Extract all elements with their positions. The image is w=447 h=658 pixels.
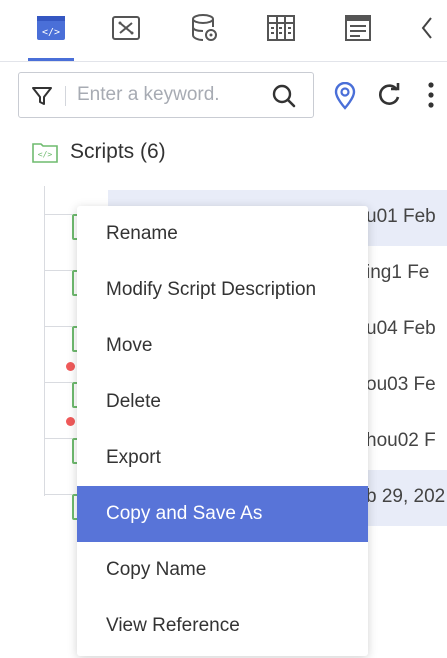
- error-indicator-dot: [66, 417, 75, 426]
- script-row-text: u01 Feb: [366, 206, 436, 227]
- collapse-button[interactable]: [410, 10, 444, 46]
- menu-item-view-reference[interactable]: View Reference: [77, 598, 368, 654]
- svg-text:</>: </>: [42, 27, 60, 38]
- tab-scripts[interactable]: </>: [28, 10, 74, 61]
- tab-database[interactable]: [187, 10, 221, 46]
- script-row-text: hou02 F: [366, 430, 436, 451]
- tree-connector: [44, 438, 72, 439]
- menu-item-copy-name[interactable]: Copy Name: [77, 542, 368, 598]
- toolbar-divider: [0, 61, 447, 62]
- tab-grid[interactable]: [264, 10, 298, 46]
- locate-icon[interactable]: [333, 81, 357, 115]
- tab-document[interactable]: [341, 10, 375, 46]
- menu-item-move[interactable]: Move: [77, 318, 368, 374]
- tree-connector: [44, 382, 72, 383]
- tree-connector: [44, 326, 72, 327]
- database-icon: [192, 14, 217, 41]
- search-input[interactable]: [77, 82, 257, 108]
- tab-functions[interactable]: [109, 10, 143, 46]
- script-row-text: u04 Feb: [366, 318, 436, 339]
- tree-connector: [44, 494, 72, 495]
- code-icon: </>: [37, 16, 65, 40]
- error-indicator-dot: [66, 362, 75, 371]
- menu-item-export[interactable]: Export: [77, 430, 368, 486]
- tree-guide-line: [44, 186, 45, 496]
- function-icon: [112, 16, 140, 40]
- search-icon[interactable]: [271, 83, 297, 114]
- tree-root-label: Scripts (6): [70, 140, 166, 163]
- context-menu: Rename Modify Script Description Move De…: [77, 206, 368, 656]
- chevron-left-icon: [421, 17, 432, 39]
- svg-text:</>: </>: [38, 150, 53, 159]
- script-folder-icon: </>: [32, 143, 58, 163]
- script-row-text: ou03 Fe: [366, 374, 436, 395]
- script-row-text: b 29, 202: [366, 486, 446, 507]
- filter-icon[interactable]: [31, 85, 53, 112]
- menu-item-delete[interactable]: Delete: [77, 374, 368, 430]
- tree-connector: [44, 270, 72, 271]
- menu-item-modify-description[interactable]: Modify Script Description: [77, 262, 368, 318]
- script-row-text: ing1 Fe: [366, 262, 430, 283]
- menu-item-copy-and-save-as[interactable]: Copy and Save As: [77, 486, 368, 542]
- search-separator: [65, 86, 66, 106]
- menu-item-rename[interactable]: Rename: [77, 206, 368, 262]
- more-options-icon[interactable]: [426, 80, 436, 115]
- document-icon: [345, 15, 371, 41]
- tree-root-scripts[interactable]: </> Scripts (6): [32, 140, 166, 164]
- refresh-icon[interactable]: [376, 82, 402, 113]
- toolbar: </>: [0, 0, 447, 61]
- grid-icon: [267, 15, 295, 41]
- tree-connector: [44, 214, 72, 215]
- search-box: [18, 72, 314, 118]
